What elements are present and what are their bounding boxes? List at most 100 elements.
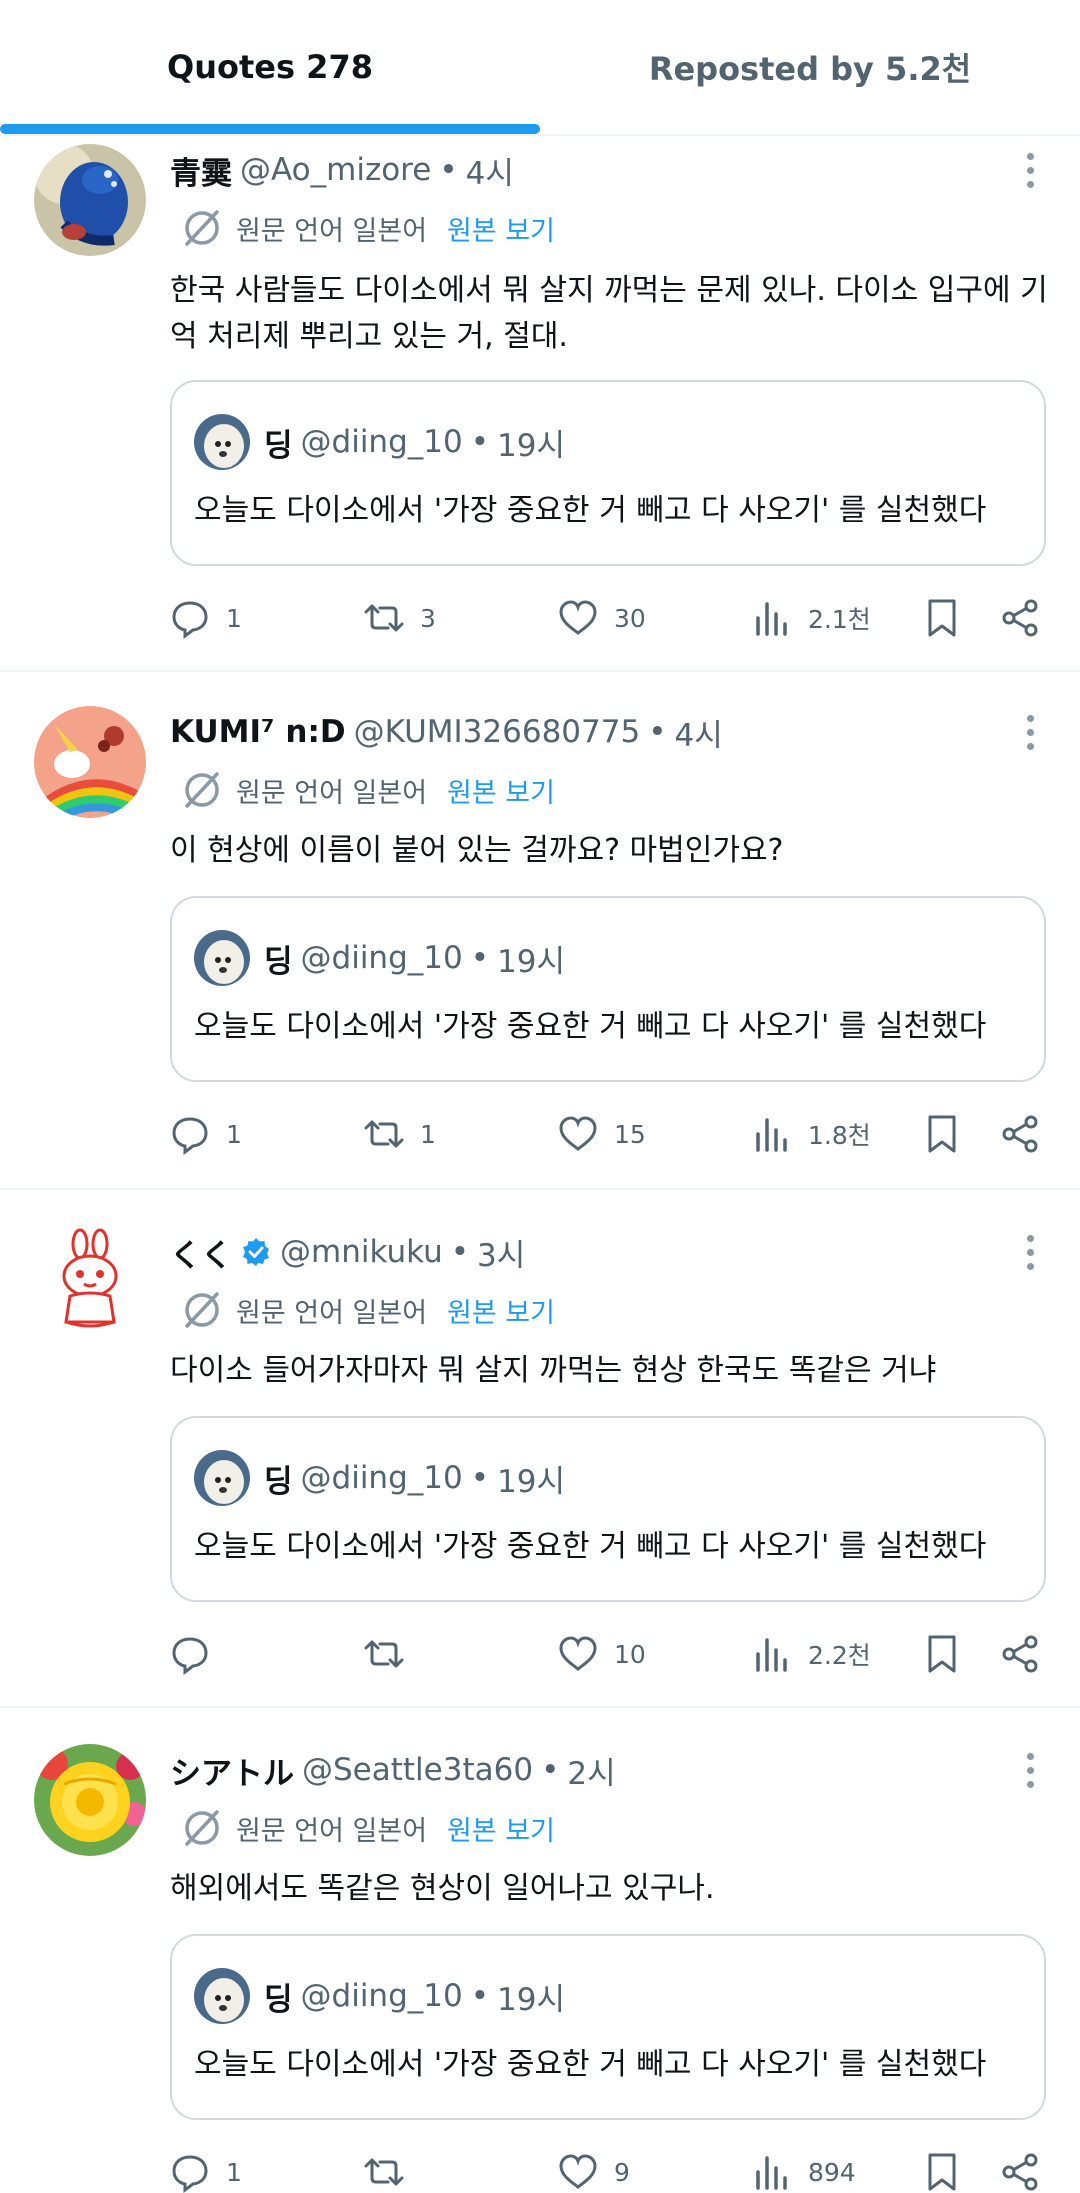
post-card[interactable]: くく @mnikuku • 3시 원문 언어 일본어 원본 보기 다이소 들어가…	[0, 1220, 1080, 1708]
share-button[interactable]	[998, 1624, 1042, 1684]
translation-notice: 원문 언어 일본어 원본 보기	[180, 766, 555, 814]
quoted-time: 19시	[497, 427, 565, 464]
views-button[interactable]: 2.1천	[750, 588, 871, 648]
views-button[interactable]: 894	[750, 2142, 856, 2193]
like-count: 9	[614, 2157, 630, 2187]
reply-button[interactable]	[168, 1624, 226, 1684]
quoted-avatar	[194, 414, 250, 470]
translate-icon	[185, 1810, 219, 1846]
reply-button[interactable]: 1	[168, 1104, 242, 1164]
show-original-link[interactable]: 원본 보기	[447, 771, 555, 810]
author-handle[interactable]: @Seattle3ta60	[302, 1752, 533, 1788]
avatar[interactable]	[34, 706, 146, 818]
reply-button[interactable]: 1	[168, 2142, 242, 2193]
views-icon	[756, 1638, 787, 1672]
views-button[interactable]: 1.8천	[750, 1104, 871, 1164]
more-icon[interactable]	[1020, 1228, 1040, 1276]
quoted-header: 딩 @diing_10 • 19시	[264, 1972, 565, 2020]
share-button[interactable]	[998, 1104, 1042, 1164]
bookmark-button[interactable]	[920, 588, 964, 648]
more-icon[interactable]	[1020, 1746, 1040, 1794]
quoted-author-handle: @diing_10	[300, 940, 463, 976]
post-card[interactable]: 青霙 @Ao_mizore • 4시 원문 언어 일본어 원본 보기 한국 사람…	[0, 138, 1080, 670]
post-header: 青霙 @Ao_mizore • 4시	[170, 146, 514, 194]
reply-count: 1	[226, 603, 242, 633]
post-card[interactable]: KUMI⁷ n:D @KUMI326680775 • 4시 원문 언어 일본어 …	[0, 700, 1080, 1188]
quoted-post[interactable]: 딩 @diing_10 • 19시 오늘도 다이소에서 '가장 중요한 거 빼고…	[170, 896, 1046, 1082]
reply-button[interactable]: 1	[168, 588, 242, 648]
verified-icon	[243, 1238, 269, 1266]
like-button[interactable]: 30	[556, 588, 646, 648]
bookmark-button[interactable]	[920, 2142, 964, 2193]
tab-reposted-by[interactable]: Reposted by 5.2천	[540, 0, 1080, 134]
like-button[interactable]: 10	[556, 1624, 646, 1684]
author-name[interactable]: シアトル	[170, 1748, 294, 1793]
more-icon[interactable]	[1020, 146, 1040, 194]
quoted-avatar	[194, 1968, 250, 2024]
repost-button[interactable]: 1	[362, 1104, 436, 1164]
repost-button[interactable]	[362, 1624, 420, 1684]
post-time[interactable]: 2시	[567, 1748, 615, 1793]
like-button[interactable]: 15	[556, 1104, 646, 1164]
view-count: 894	[808, 2157, 856, 2187]
quoted-author-handle: @diing_10	[300, 424, 463, 460]
separator-dot: •	[439, 152, 458, 188]
reply-count: 1	[226, 1119, 242, 1149]
quoted-author-name: 딩	[264, 427, 293, 464]
author-name[interactable]: くく	[170, 1230, 232, 1275]
tab-bar: Quotes 278 Reposted by 5.2천	[0, 0, 1080, 136]
share-button[interactable]	[998, 588, 1042, 648]
translate-icon	[185, 1292, 219, 1328]
avatar[interactable]	[34, 144, 146, 256]
action-bar: 1 3 30 2.1천	[0, 588, 1080, 648]
author-handle[interactable]: @Ao_mizore	[240, 152, 431, 188]
separator-dot: •	[470, 1978, 490, 2014]
translation-notice: 원문 언어 일본어 원본 보기	[180, 204, 555, 252]
share-icon	[1002, 599, 1038, 637]
translation-notice: 원문 언어 일본어 원본 보기	[180, 1804, 555, 1852]
post-time[interactable]: 4시	[466, 148, 514, 193]
share-button[interactable]	[998, 2142, 1042, 2193]
translate-icon	[185, 210, 219, 246]
bookmark-button[interactable]	[920, 1104, 964, 1164]
post-time[interactable]: 3시	[477, 1230, 525, 1275]
avatar[interactable]	[34, 1226, 146, 1338]
post-time[interactable]: 4시	[675, 710, 723, 755]
show-original-link[interactable]: 원본 보기	[447, 209, 555, 248]
quoted-post[interactable]: 딩 @diing_10 • 19시 오늘도 다이소에서 '가장 중요한 거 빼고…	[170, 380, 1046, 566]
author-name[interactable]: 青霙	[170, 148, 232, 193]
avatar[interactable]	[34, 1744, 146, 1856]
post-card[interactable]: シアトル @Seattle3ta60 • 2시 원문 언어 일본어 원본 보기 …	[0, 1738, 1080, 2193]
separator-dot: •	[470, 940, 490, 976]
tab-quotes[interactable]: Quotes 278	[0, 0, 540, 134]
repost-button[interactable]: 3	[362, 588, 436, 648]
bookmark-icon	[928, 1635, 956, 1673]
like-count: 30	[614, 603, 646, 633]
views-button[interactable]: 2.2천	[750, 1624, 871, 1684]
quoted-author-name: 딩	[264, 943, 293, 980]
quoted-author-handle: @diing_10	[300, 1978, 463, 2014]
quoted-post[interactable]: 딩 @diing_10 • 19시 오늘도 다이소에서 '가장 중요한 거 빼고…	[170, 1934, 1046, 2120]
show-original-link[interactable]: 원본 보기	[447, 1809, 555, 1848]
reply-icon	[172, 601, 208, 639]
quoted-post[interactable]: 딩 @diing_10 • 19시 오늘도 다이소에서 '가장 중요한 거 빼고…	[170, 1416, 1046, 1602]
views-icon	[756, 602, 787, 636]
show-original-link[interactable]: 원본 보기	[447, 1291, 555, 1330]
like-button[interactable]: 9	[556, 2142, 630, 2193]
author-name[interactable]: KUMI⁷ n:D	[170, 714, 346, 750]
author-handle[interactable]: @mnikuku	[280, 1234, 443, 1270]
like-icon	[559, 1636, 597, 1671]
quoted-header: 딩 @diing_10 • 19시	[264, 1454, 565, 1502]
bookmark-icon	[928, 1115, 956, 1153]
more-icon[interactable]	[1020, 708, 1040, 756]
translation-label: 원문 언어 일본어	[236, 1815, 428, 1847]
quoted-text: 오늘도 다이소에서 '가장 중요한 거 빼고 다 사오기' 를 실천했다	[194, 493, 987, 528]
bookmark-button[interactable]	[920, 1624, 964, 1684]
repost-button[interactable]	[362, 2142, 420, 2193]
quoted-text: 오늘도 다이소에서 '가장 중요한 거 빼고 다 사오기' 를 실천했다	[194, 2047, 987, 2082]
like-count: 15	[614, 1119, 646, 1149]
views-icon	[756, 1118, 787, 1152]
view-count: 1.8천	[808, 1121, 871, 1150]
author-handle[interactable]: @KUMI326680775	[354, 714, 641, 750]
separator-dot: •	[450, 1234, 470, 1270]
